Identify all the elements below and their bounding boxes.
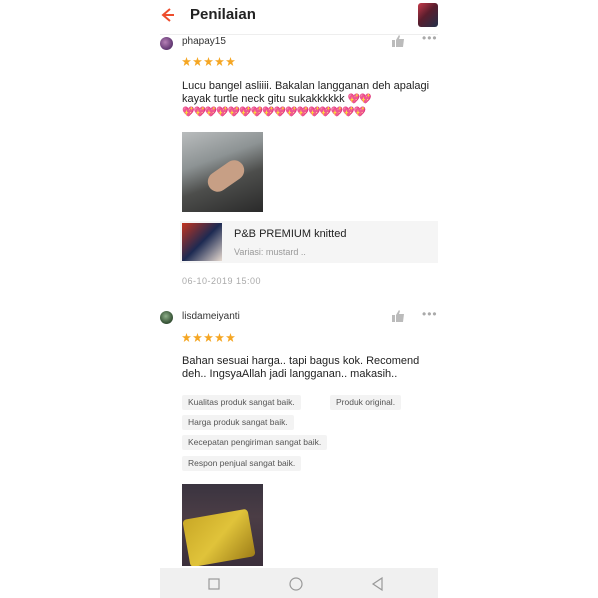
avatar xyxy=(160,37,173,50)
back-arrow-icon[interactable] xyxy=(160,6,174,24)
reviewer-username: lisdameiyanti xyxy=(182,311,240,322)
star-icon xyxy=(204,57,213,66)
star-icon xyxy=(215,333,224,342)
app-header: Penilaian xyxy=(160,0,438,35)
review-photo[interactable] xyxy=(182,132,263,212)
star-icon xyxy=(182,333,191,342)
review-tag: Kualitas produk sangat baik. xyxy=(182,395,301,410)
review-tag: Kecepatan pengiriman sangat baik. xyxy=(182,435,328,450)
phone-screen: Penilaian phapay15 ••• Lucu bangel aslii… xyxy=(160,0,438,598)
product-card[interactable]: P&B PREMIUM knitted Variasi: mustard .. xyxy=(180,221,438,263)
heart-emojis: 💖💖 xyxy=(347,94,372,105)
review-tag: Produk original. xyxy=(330,395,402,410)
review-tag: Respon penjual sangat baik. xyxy=(182,456,302,471)
product-variant: Variasi: mustard .. xyxy=(234,247,306,257)
more-icon[interactable]: ••• xyxy=(422,31,438,45)
star-icon xyxy=(226,57,235,66)
thumbs-up-icon[interactable] xyxy=(392,35,404,47)
heart-emojis: 💖💖💖💖💖💖💖💖💖💖💖💖💖💖💖💖 xyxy=(182,107,366,118)
square-icon[interactable] xyxy=(206,576,222,592)
star-icon xyxy=(182,57,191,66)
product-thumbnail[interactable] xyxy=(418,3,438,27)
star-icon xyxy=(226,333,235,342)
page-title: Penilaian xyxy=(190,6,256,23)
star-icon xyxy=(204,333,213,342)
system-navbar xyxy=(160,568,438,598)
triangle-back-icon[interactable] xyxy=(370,576,386,592)
thumbs-up-icon[interactable] xyxy=(392,310,404,322)
more-icon[interactable]: ••• xyxy=(422,307,438,321)
review-text: Lucu bangel asliiii. Bakalan langganan d… xyxy=(182,80,434,119)
product-thumbnail xyxy=(182,223,222,261)
review-body: Lucu bangel asliiii. Bakalan langganan d… xyxy=(182,80,430,105)
avatar xyxy=(160,311,173,324)
star-rating xyxy=(182,57,235,66)
review-tag: Harga produk sangat baik. xyxy=(182,415,294,430)
product-name: P&B PREMIUM knitted xyxy=(234,228,347,240)
circle-icon[interactable] xyxy=(288,576,304,592)
star-icon xyxy=(215,57,224,66)
reviewer-username: phapay15 xyxy=(182,36,226,47)
review-body: Bahan sesuai harga.. tapi bagus kok. Rec… xyxy=(182,355,420,380)
star-rating xyxy=(182,333,235,342)
review-date: 06-10-2019 15:00 xyxy=(182,276,262,286)
star-icon xyxy=(193,57,202,66)
review-photo[interactable] xyxy=(182,484,263,566)
star-icon xyxy=(193,333,202,342)
